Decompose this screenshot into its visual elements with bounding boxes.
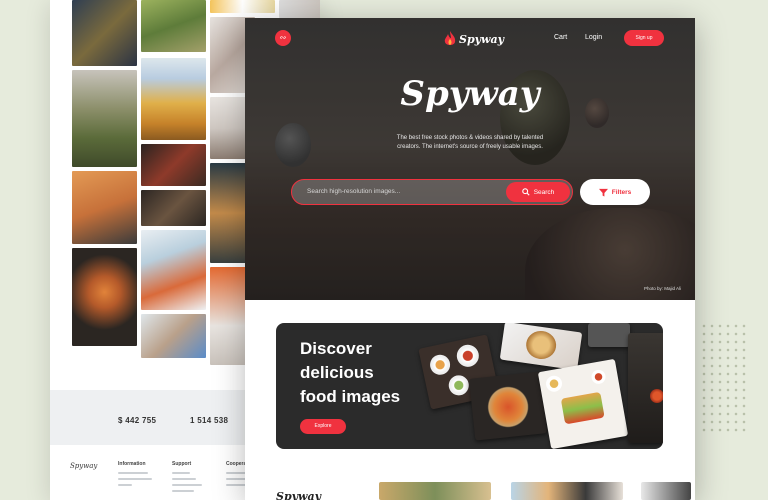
food-plate xyxy=(544,374,564,393)
hero-tagline: The best free stock photos & videos shar… xyxy=(365,134,575,152)
brand-logo[interactable]: Spyway xyxy=(444,28,504,50)
stat-value: $ 442 755 xyxy=(118,416,157,425)
photo-tile[interactable] xyxy=(141,314,206,358)
search-bar[interactable]: Search high-resolution images... Search xyxy=(291,179,573,205)
footer-column-heading: Support xyxy=(172,461,192,467)
photo-thumbnail[interactable] xyxy=(641,482,691,500)
photo-tile[interactable] xyxy=(72,0,137,66)
filters-button[interactable]: Filters xyxy=(580,179,650,205)
tagline-line: creators. The internet's source of freel… xyxy=(397,144,543,150)
signup-button[interactable]: Sign up xyxy=(624,30,664,46)
banner-title-line: delicious xyxy=(300,363,374,382)
pizza-plate xyxy=(483,382,533,432)
search-button-label: Search xyxy=(533,188,555,196)
rss-icon[interactable]: ∾ xyxy=(275,30,291,46)
food-photo xyxy=(628,333,663,443)
food-photo xyxy=(588,323,630,347)
hero-overlay xyxy=(245,18,695,300)
photo-tile[interactable] xyxy=(141,230,206,310)
hero-title: Spyway xyxy=(400,74,540,114)
photo-thumbnail[interactable] xyxy=(379,482,491,500)
food-plate xyxy=(524,329,558,361)
food-photo xyxy=(537,358,629,449)
footer-link[interactable] xyxy=(118,478,152,480)
footer-link[interactable] xyxy=(172,490,194,492)
filter-icon xyxy=(598,188,608,197)
search-button[interactable]: Search xyxy=(506,182,570,202)
footer-link[interactable] xyxy=(172,472,190,474)
footer-link[interactable] xyxy=(172,478,196,480)
photo-tile[interactable] xyxy=(72,70,137,167)
photo-tile[interactable] xyxy=(141,144,206,186)
section-title: Spyway xyxy=(276,490,322,500)
food-plate xyxy=(428,352,452,377)
food-plate xyxy=(650,389,663,403)
food-plate xyxy=(454,342,481,369)
search-icon xyxy=(521,188,530,196)
front-page-preview: ∾ Spyway Cart Login Sign up Spyway The b… xyxy=(245,18,695,500)
dot-grid-decoration xyxy=(700,322,748,432)
footer-link[interactable] xyxy=(172,484,202,486)
banner-title: Discover delicious food images xyxy=(300,337,440,409)
photo-tile[interactable] xyxy=(279,0,320,18)
nav-cart-link[interactable]: Cart xyxy=(554,34,567,41)
explore-button[interactable]: Explore xyxy=(300,419,346,434)
footer-link[interactable] xyxy=(118,472,148,474)
flame-logo-icon xyxy=(444,31,456,45)
food-plate xyxy=(560,391,605,425)
photo-tile[interactable] xyxy=(72,248,137,346)
photo-tile[interactable] xyxy=(141,0,206,52)
stat-value: 1 514 538 xyxy=(190,416,229,425)
footer-link[interactable] xyxy=(118,484,132,486)
photo-tile[interactable] xyxy=(141,58,206,140)
nav-login-link[interactable]: Login xyxy=(585,34,602,41)
food-photo xyxy=(499,323,583,371)
photo-tile[interactable] xyxy=(210,0,275,13)
food-plate xyxy=(446,373,471,398)
food-banner[interactable]: Discover delicious food images Explore xyxy=(276,323,663,449)
photo-tile[interactable] xyxy=(141,190,206,226)
food-photo xyxy=(468,371,548,441)
tagline-line: The best free stock photos & videos shar… xyxy=(396,135,544,141)
brand-name: Spyway xyxy=(459,32,505,46)
banner-title-line: food images xyxy=(300,387,401,406)
filters-button-label: Filters xyxy=(611,188,632,196)
photo-tile[interactable] xyxy=(72,171,137,244)
footer-column-heading: Information xyxy=(118,461,146,467)
footer-brand[interactable]: Spyway xyxy=(70,462,97,470)
hero-section: ∾ Spyway Cart Login Sign up Spyway The b… xyxy=(245,18,695,300)
search-input[interactable]: Search high-resolution images... xyxy=(307,188,400,195)
photo-thumbnail[interactable] xyxy=(511,482,623,500)
photo-credit[interactable]: Photo by: Majid Ali xyxy=(644,286,681,291)
food-plate xyxy=(590,368,607,386)
